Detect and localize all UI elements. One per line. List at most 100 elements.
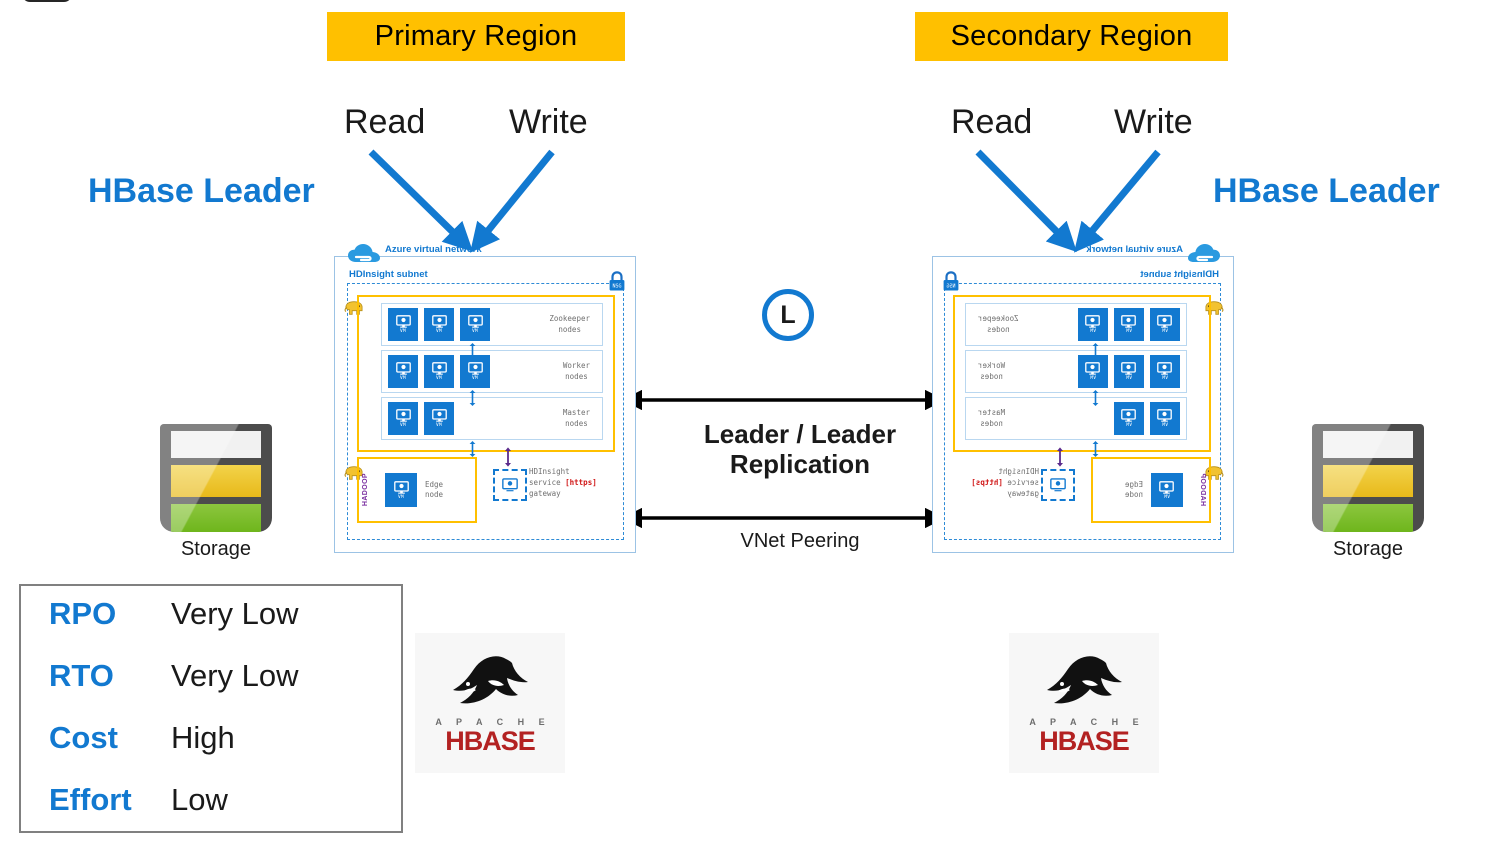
hdinsight-gateway-icon [1041,469,1075,501]
vm-icon: VM [1114,355,1144,388]
edge-node-label: Edge node [425,480,443,500]
hbase-leader-label-primary: HBase Leader [88,172,315,210]
node-link-arrow [469,441,476,457]
node-row-label: Master nodes [978,408,1005,428]
vm-label: VM [1089,329,1097,334]
gateway-line2: service [https] [971,477,1039,487]
replication-line-1: Leader / Leader [703,419,897,449]
vm-label: VM [1125,329,1133,334]
leader-replication-label: Leader / Leader Replication [655,419,945,480]
metric-key: RPO [49,596,117,631]
vm-icon: VM [424,402,454,435]
vm-label: VM [1089,376,1097,381]
metric-key: Effort [49,782,132,817]
metric-value: Low [171,782,228,817]
node-row-label-line1: Zookeeper [549,314,590,324]
orca-whale-icon [1047,656,1122,704]
vm-label: VM [399,376,407,381]
read-arrow-secondary [975,149,1077,252]
vm-icon: VM [1078,308,1108,341]
clipped-corner-decoration [22,0,72,2]
write-arrow-secondary [1073,149,1161,253]
vm-icon: VM [1114,308,1144,341]
hbase-cluster-boundary: VM VM VM Zookeeper nodes VM VM VM Worker nodes VM V… [357,295,615,452]
hbase-leader-label-secondary: HBase Leader [1213,172,1440,210]
gateway-link-arrow [1057,447,1063,467]
write-arrow-primary [470,149,555,253]
vnet-title: Azure virtual network [1086,244,1183,255]
gateway-link-arrow [505,447,511,467]
vm-label: VM [1163,494,1171,500]
edge-node-label-line1: Edge [1124,479,1143,489]
node-row-label-line1: Master [978,408,1006,418]
vm-icon: VM [460,355,490,388]
orca-whale-icon [453,656,528,704]
vnet-peering-label: VNet Peering [740,530,860,552]
cloud-icon [1188,244,1220,262]
svg-text:NSG: NSG [612,284,621,290]
hbase-wordmark: HBASE [1039,726,1130,756]
node-row-label-line2: nodes [980,371,1003,381]
vm-icon: VM [1078,355,1108,388]
node-link-arrow [1092,343,1099,359]
hadoop-label: HADOOP [362,473,369,507]
vm-icon: VM [1150,355,1180,388]
node-row-label-line1: Zookeeper [978,314,1019,324]
gateway-https-tag: [https] [565,477,597,487]
primary-region-header: Primary Region [327,12,625,61]
replication-line-2: Replication [729,448,871,479]
cloud-icon [348,244,380,262]
edge-node-label-line1: Edge [425,479,444,489]
metric-key: Cost [49,720,118,755]
edge-node-boundary: HADOOP VM Edge node [357,457,477,523]
vm-label: VM [471,376,479,381]
vm-label: VM [397,494,405,500]
read-label-primary: Read [344,103,426,141]
vm-label: VM [1161,329,1169,334]
gateway-line3: gateway [529,488,561,498]
hadoop-label: HADOOP [1199,473,1206,507]
node-row-master: VM VM Master nodes [965,397,1187,440]
storage-gloss [1312,424,1424,532]
node-link-arrow [469,390,476,406]
node-row-master: VM VM Master nodes [381,397,603,440]
storage-gloss [160,424,272,532]
vm-icon: VM [1114,402,1144,435]
node-row-label-line2: nodes [980,418,1003,428]
gateway-line1: HDInsight [998,467,1039,476]
metric-value: Very Low [171,596,299,631]
vm-icon: VM [388,308,418,341]
apache-hbase-logo-secondary: A P A C H E HBASE [1009,633,1159,773]
node-row-label-line2: nodes [987,324,1010,334]
vm-icon: VM [388,402,418,435]
vnet-title: Azure virtual network [385,244,482,255]
edge-node-label-line2: node [425,490,444,499]
gateway-https-tag: [https] [971,477,1003,487]
vm-label: VM [435,329,443,334]
vm-label: VM [1161,376,1169,381]
edge-node-label: Edge node [1125,480,1143,500]
storage-secondary: Storage [1288,424,1448,561]
node-link-arrow [469,343,476,359]
node-row-label-line2: nodes [565,371,588,381]
subnet-title: HDInsight subnet [349,269,428,280]
node-row-label: Worker nodes [978,361,1005,381]
svg-text:NSG: NSG [946,284,955,290]
node-row-label: Master nodes [563,408,590,428]
storage-primary: Storage [136,424,296,561]
metric-key: RTO [49,658,114,693]
metrics-table: RPO Very Low RTO Very Low Cost High Effo… [19,584,403,833]
gateway-line2: service [https] [529,477,597,487]
node-row-zookeeper: VM VM VM Zookeeper nodes [381,303,603,346]
edge-node-boundary: HADOOP VM Edge node [1091,457,1211,523]
secondary-region-header: Secondary Region [915,12,1228,61]
vm-label: VM [399,329,407,334]
read-label-secondary: Read [951,103,1033,141]
storage-icon [160,424,272,532]
hdinsight-gateway-label: HDInsight service [https] gateway [971,467,1039,500]
table-row: RPO Very Low [21,596,401,658]
hbase-wordmark: HBASE [445,726,536,756]
storage-caption: Storage [180,538,252,560]
node-row-label-line2: nodes [565,418,588,428]
vm-icon: VM [460,308,490,341]
